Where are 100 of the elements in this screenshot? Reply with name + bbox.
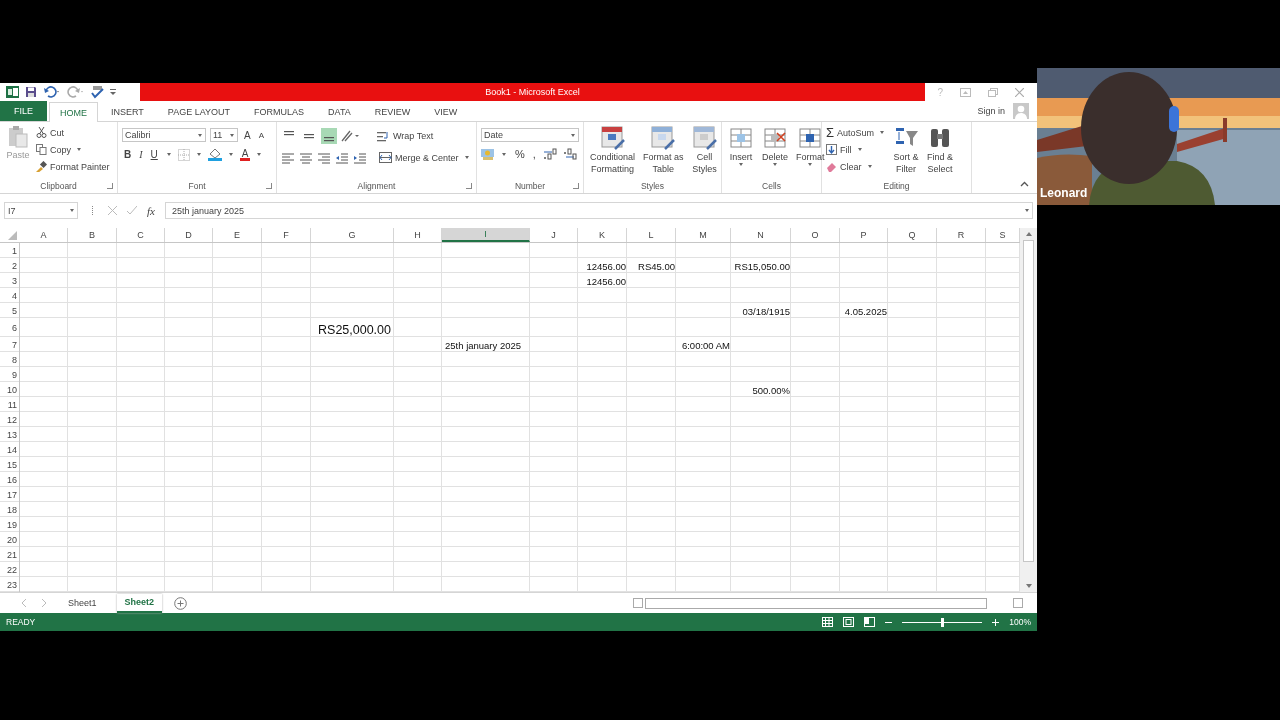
row-header[interactable]: 17	[0, 487, 20, 502]
caret-icon[interactable]	[228, 153, 233, 156]
vertical-align-icon[interactable]	[321, 128, 337, 144]
row-header[interactable]: 16	[0, 472, 20, 487]
column-header[interactable]: N	[731, 228, 791, 242]
column-header[interactable]: I	[442, 228, 530, 242]
caret-icon[interactable]	[257, 153, 262, 156]
row-header[interactable]: 20	[0, 532, 20, 547]
sheet-tab[interactable]: Sheet1	[60, 593, 105, 613]
ribbon-tab[interactable]: VIEW	[423, 101, 469, 121]
row-header[interactable]: 22	[0, 562, 20, 577]
font-size-field[interactable]: 11	[210, 128, 238, 142]
page-break-view-icon[interactable]	[864, 617, 876, 627]
dialog-launcher-icon[interactable]	[107, 183, 113, 189]
increase-font-size-button[interactable]: A	[242, 129, 253, 141]
row-header[interactable]: 8	[0, 352, 20, 367]
bold-button[interactable]: B	[122, 149, 134, 160]
ribbon-tab[interactable]: DATA	[317, 101, 362, 121]
cells-button[interactable]: Delete	[760, 125, 790, 166]
sign-in-link[interactable]: Sign in	[977, 106, 1005, 116]
row-header[interactable]: 2	[0, 258, 20, 273]
column-header[interactable]: O	[791, 228, 840, 242]
column-header[interactable]: G	[311, 228, 394, 242]
collapse-ribbon-icon[interactable]	[1020, 181, 1029, 187]
column-header[interactable]: B	[68, 228, 117, 242]
enter-check-icon[interactable]	[127, 206, 137, 215]
customize-caret-icon[interactable]	[110, 88, 116, 96]
column-header[interactable]: D	[165, 228, 213, 242]
ribbon-tab[interactable]: INSERT	[100, 101, 155, 121]
align-right-icon[interactable]	[317, 151, 331, 164]
align-left-icon[interactable]	[281, 151, 295, 164]
column-header[interactable]: Q	[888, 228, 937, 242]
column-header[interactable]: M	[676, 228, 731, 242]
ribbon-tab[interactable]: HOME	[49, 102, 98, 122]
row-header[interactable]: 7	[0, 337, 20, 352]
text-orientation-icon[interactable]	[341, 130, 359, 142]
row-header[interactable]: 6	[0, 318, 20, 337]
format-painter-button[interactable]: Format Painter	[36, 159, 110, 174]
italic-button[interactable]: I	[137, 149, 145, 160]
fill-color-icon[interactable]	[207, 148, 222, 161]
decrease-decimal-icon[interactable]	[561, 148, 578, 160]
sheet-tab[interactable]: Sheet2	[116, 593, 163, 613]
font-name-field[interactable]: Calibri	[122, 128, 206, 142]
formula-field[interactable]: 25th january 2025	[164, 202, 1033, 219]
row-header[interactable]: 9	[0, 367, 20, 382]
zoom-in-icon[interactable]	[992, 618, 1000, 626]
column-header[interactable]: E	[213, 228, 262, 242]
column-header[interactable]: A	[20, 228, 68, 242]
column-header[interactable]: C	[117, 228, 165, 242]
column-header[interactable]: J	[530, 228, 578, 242]
row-header[interactable]: 14	[0, 442, 20, 457]
wrap-text-button[interactable]: Wrap Text	[377, 128, 434, 144]
row-header[interactable]: 4	[0, 288, 20, 303]
row-header[interactable]: 10	[0, 382, 20, 397]
column-header[interactable]: R	[937, 228, 986, 242]
insert-function-button[interactable]: fx	[147, 204, 155, 217]
underline-button[interactable]: U	[148, 149, 160, 160]
row-header[interactable]: 12	[0, 412, 20, 427]
styles-button[interactable]: Format as Table	[641, 125, 686, 175]
undo-icon[interactable]	[43, 86, 61, 98]
percent-style-button[interactable]: %	[513, 148, 527, 160]
name-box[interactable]: I7	[4, 202, 78, 219]
row-header[interactable]: 5	[0, 303, 20, 318]
cells-button[interactable]: Insert	[726, 125, 756, 166]
row-header[interactable]: 23	[0, 577, 20, 592]
column-header[interactable]: K	[578, 228, 627, 242]
zoom-slider-thumb[interactable]	[941, 617, 945, 627]
fill-button[interactable]: Fill	[826, 142, 888, 157]
dialog-launcher-icon[interactable]	[466, 183, 472, 189]
row-header[interactable]: 13	[0, 427, 20, 442]
caret-icon[interactable]	[166, 153, 171, 156]
decrease-font-size-button[interactable]: A	[256, 130, 266, 140]
new-sheet-icon[interactable]	[174, 596, 188, 610]
vertical-scrollbar[interactable]	[1020, 228, 1037, 592]
font-color-button[interactable]: A	[239, 148, 251, 161]
autosum-button[interactable]: Σ AutoSum	[826, 125, 888, 140]
ribbon-tab[interactable]: REVIEW	[363, 101, 422, 121]
row-header[interactable]: 18	[0, 502, 20, 517]
page-layout-view-icon[interactable]	[843, 617, 855, 627]
ribbon-tab[interactable]: FORMULAS	[243, 101, 316, 121]
zoom-level[interactable]: 100%	[1009, 617, 1031, 627]
row-header[interactable]: 3	[0, 273, 20, 288]
dialog-launcher-icon[interactable]	[573, 183, 579, 189]
increase-indent-icon[interactable]	[353, 151, 367, 164]
sort-and-filter-button[interactable]: Sort & Filter	[891, 125, 922, 175]
caret-icon[interactable]	[196, 153, 201, 156]
find-and-select-button[interactable]: Find & Select	[925, 125, 956, 175]
caret-icon[interactable]	[502, 152, 506, 156]
column-header[interactable]: F	[262, 228, 311, 242]
clear-button[interactable]: Clear	[826, 159, 888, 174]
normal-view-icon[interactable]	[822, 617, 834, 627]
horizontal-scrollbar[interactable]	[633, 597, 1023, 609]
copy-button[interactable]: Copy	[36, 142, 110, 157]
number-format-field[interactable]: Date	[481, 128, 579, 142]
cut-button[interactable]: Cut	[36, 125, 110, 140]
row-header[interactable]: 19	[0, 517, 20, 532]
increase-decimal-icon[interactable]	[541, 148, 558, 160]
column-header[interactable]: P	[840, 228, 888, 242]
spreadsheet-logo-icon[interactable]	[6, 86, 19, 98]
styles-button[interactable]: Cell Styles	[689, 125, 720, 175]
